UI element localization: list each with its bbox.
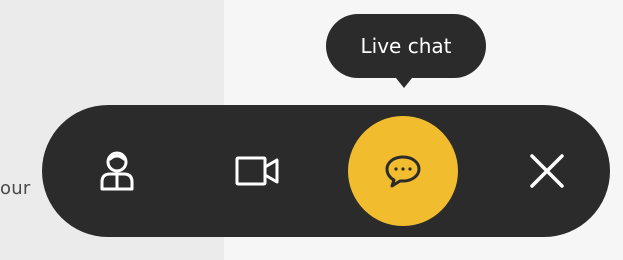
live-chat-tooltip: Live chat bbox=[326, 14, 486, 78]
live-chat-button[interactable] bbox=[348, 105, 458, 237]
agent-button[interactable] bbox=[62, 105, 172, 237]
video-camera-icon bbox=[234, 154, 280, 188]
contact-toolbar bbox=[42, 105, 610, 237]
chat-bubble-icon bbox=[384, 154, 422, 188]
video-call-button[interactable] bbox=[202, 105, 312, 237]
tooltip-arrow bbox=[396, 78, 412, 88]
person-icon bbox=[97, 149, 137, 193]
close-icon bbox=[528, 152, 566, 190]
tooltip-label: Live chat bbox=[360, 34, 452, 58]
live-chat-button-highlight bbox=[348, 116, 458, 226]
close-button[interactable] bbox=[492, 105, 602, 237]
background-text: our bbox=[0, 178, 31, 199]
